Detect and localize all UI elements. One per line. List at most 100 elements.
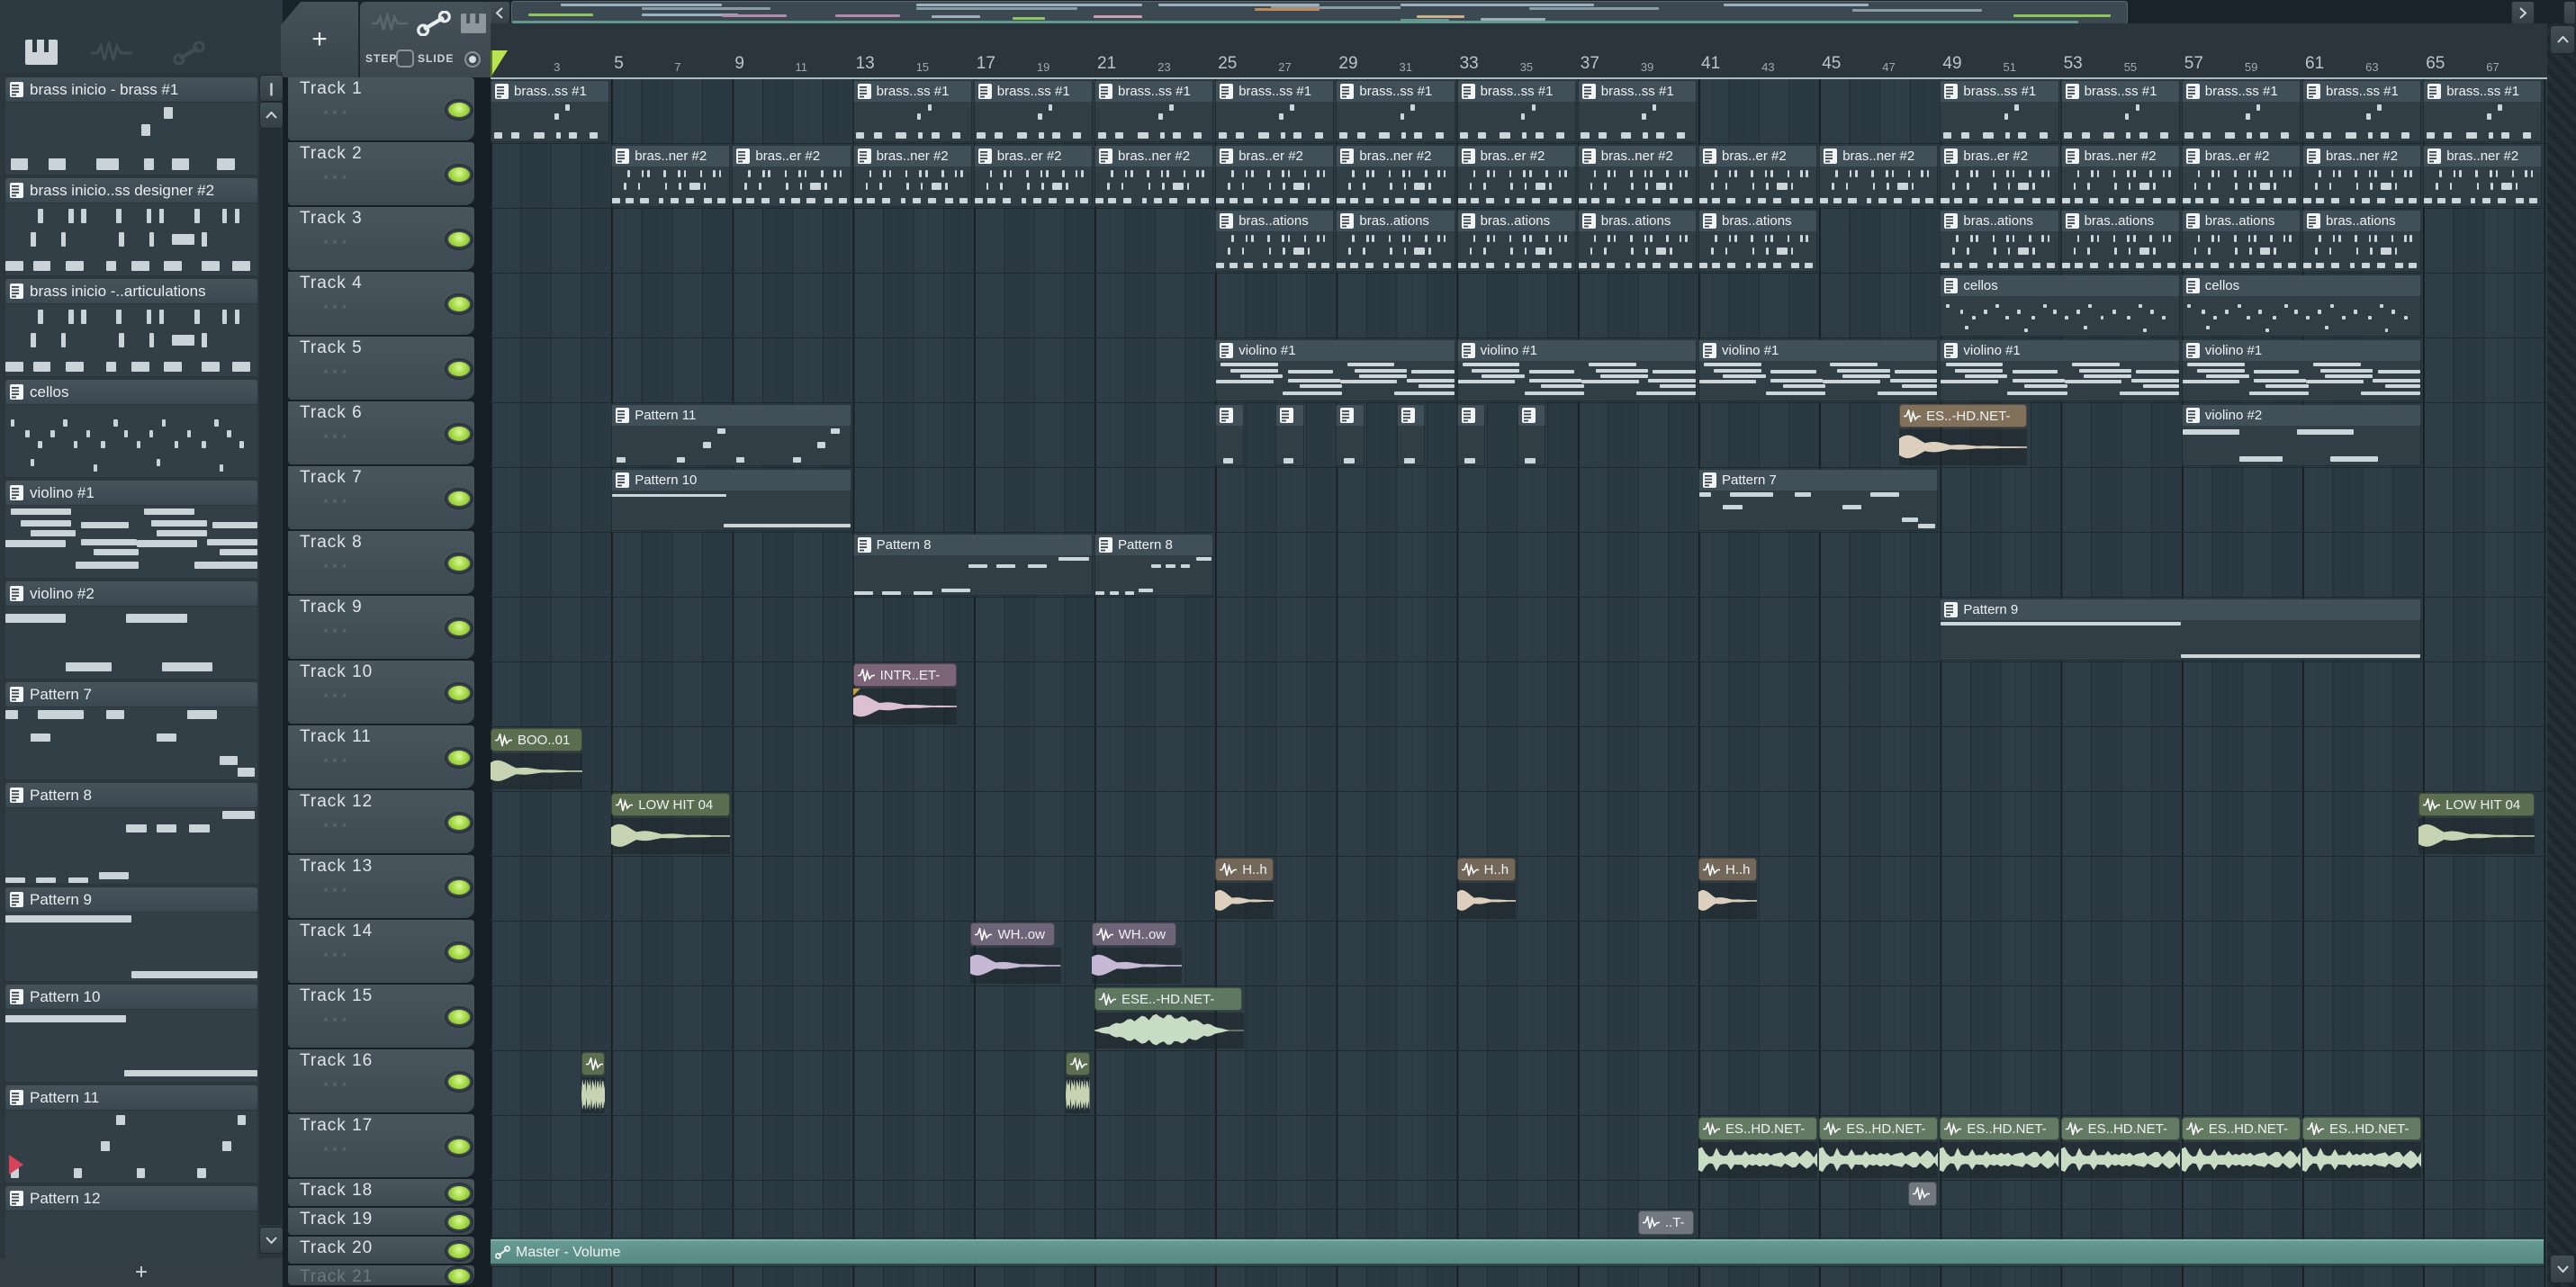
clip-header[interactable]: bras..ations xyxy=(1698,210,1818,231)
pattern-card[interactable]: cellos xyxy=(5,380,257,477)
clip-header[interactable]: H..h xyxy=(1456,858,1516,881)
clip-bras-er-#2[interactable]: bras..er #2 xyxy=(1698,145,1818,207)
playlist-row[interactable] xyxy=(491,857,2547,922)
clip-header[interactable]: bras..ations xyxy=(1456,210,1576,231)
clip-header[interactable]: ES..HD.NET- xyxy=(1698,1117,1818,1140)
track-options-dots[interactable]: ■ ■ ■ xyxy=(324,887,348,894)
clip-bras-ations[interactable]: bras..ations xyxy=(2302,210,2422,272)
clip-brass-ss-#1[interactable]: brass..ss #1 xyxy=(1577,80,1697,142)
track-header[interactable]: Track 7 ■ ■ ■ xyxy=(288,466,474,529)
pattern-card[interactable]: Pattern 10 xyxy=(5,985,257,1082)
track-mute-led[interactable] xyxy=(446,166,472,184)
clip-header[interactable]: bras..er #2 xyxy=(1456,145,1576,166)
piano-tool-icon[interactable] xyxy=(461,13,486,34)
scrollbar-corner-button[interactable] xyxy=(2563,1,2576,24)
track-options-dots[interactable]: ■ ■ ■ xyxy=(324,499,348,505)
clip-header[interactable]: brass..ss #1 xyxy=(1940,80,2059,102)
pattern-card-header[interactable]: brass inicio..ss designer #2 xyxy=(5,178,257,202)
clip-brass-ss-#1[interactable]: brass..ss #1 xyxy=(1336,80,1455,142)
track-mute-led[interactable] xyxy=(446,814,472,832)
track-options-dots[interactable]: ■ ■ ■ xyxy=(324,758,348,764)
clip-violino-#2[interactable]: violino #2 xyxy=(2181,404,2422,466)
clip-header[interactable]: brass..ss #1 xyxy=(1456,80,1576,102)
clip-header[interactable]: Pattern 8 xyxy=(1094,534,1214,555)
track-header[interactable]: Track 11 ■ ■ ■ xyxy=(288,725,474,788)
clip-intr-et-[interactable]: INTR..ET- xyxy=(852,663,958,725)
clip-brass-ss-#1[interactable]: brass..ss #1 xyxy=(852,80,972,142)
clip-header[interactable]: brass..ss #1 xyxy=(491,80,610,102)
clip-header[interactable]: H..h xyxy=(1698,858,1758,881)
clip-header[interactable]: cellos xyxy=(2181,274,2422,296)
pattern-card[interactable]: Pattern 8 xyxy=(5,783,257,884)
pattern-card[interactable]: Pattern 11 xyxy=(5,1085,257,1183)
playlist-row[interactable] xyxy=(491,727,2547,792)
clip-header[interactable] xyxy=(1215,404,1244,426)
clip-es-hd-net-[interactable]: ES..HD.NET- xyxy=(2181,1117,2301,1179)
track-header[interactable]: Track 8 ■ ■ ■ xyxy=(288,531,474,594)
clip-bras-ner-#2[interactable]: bras..ner #2 xyxy=(1819,145,1939,207)
grid-scroll-up-button[interactable] xyxy=(2550,25,2575,54)
clip-bras-ations[interactable]: bras..ations xyxy=(2060,210,2180,272)
scroll-right-button[interactable] xyxy=(2511,1,2535,24)
clip-header[interactable]: ES..HD.NET- xyxy=(1819,1117,1939,1140)
clip-bras-er-#2[interactable]: bras..er #2 xyxy=(732,145,851,207)
playlist-grid[interactable]: brass..ss #1 brass..ss #1 brass..ss #1 bras… xyxy=(491,77,2547,1287)
clip-bras-er-#2[interactable]: bras..er #2 xyxy=(973,145,1093,207)
clip-header[interactable]: bras..ations xyxy=(2181,210,2301,231)
pattern-card-header[interactable]: violino #2 xyxy=(5,581,257,606)
clip-brass-ss-#1[interactable]: brass..ss #1 xyxy=(491,80,610,142)
track-header[interactable]: Track 15 ■ ■ ■ xyxy=(288,985,474,1048)
audio-tool-icon[interactable] xyxy=(371,13,409,34)
clip-brass-ss-#1[interactable]: brass..ss #1 xyxy=(2181,80,2301,142)
timeline-ruler[interactable]: 3 5 7 9 11 13 15 17 19 21 23 25 27 29 31 33 35 37 39 41 43 45… xyxy=(491,23,2547,79)
track-mute-led[interactable] xyxy=(446,684,472,702)
clip-brass-ss-#1[interactable]: brass..ss #1 xyxy=(973,80,1093,142)
clip-brass-ss-#1[interactable]: brass..ss #1 xyxy=(1940,80,2059,142)
clip-header[interactable]: brass..ss #1 xyxy=(973,80,1093,102)
pattern-card-header[interactable]: Pattern 10 xyxy=(5,985,257,1009)
track-mute-led[interactable] xyxy=(446,619,472,637)
track-header[interactable]: Track 5 ■ ■ ■ xyxy=(288,337,474,400)
clip-bras-er-#2[interactable]: bras..er #2 xyxy=(2181,145,2301,207)
track-header[interactable]: Track 16 ■ ■ ■ xyxy=(288,1049,474,1112)
pattern-card[interactable]: brass inicio -..articulations xyxy=(5,279,257,376)
vertical-scrollbar[interactable] xyxy=(2547,23,2576,1287)
clip-es-hd-net-[interactable]: ES..-HD.NET- xyxy=(1899,404,2028,466)
clip-header[interactable]: ES..-HD.NET- xyxy=(1899,404,2028,428)
clip-header[interactable]: WH..ow xyxy=(970,922,1056,946)
clip-pattern-7[interactable]: Pattern 7 xyxy=(1698,469,1939,531)
clip-header[interactable]: violino #1 xyxy=(2181,339,2422,361)
clip-es-hd-net-[interactable]: ES..HD.NET- xyxy=(1698,1117,1818,1179)
clip-bras-ations[interactable]: bras..ations xyxy=(1336,210,1455,272)
step-checkbox[interactable] xyxy=(396,50,414,68)
picker-scroll-track[interactable] xyxy=(259,129,282,1225)
track-header[interactable]: Track 9 ■ ■ ■ xyxy=(288,596,474,659)
clip-low-hit-04[interactable]: LOW HIT 04 xyxy=(2418,793,2535,855)
clip-header[interactable]: Pattern 8 xyxy=(852,534,1093,555)
clip-header[interactable]: bras..ations xyxy=(2302,210,2422,231)
clip-bras-ations[interactable]: bras..ations xyxy=(1577,210,1697,272)
playlist-row[interactable] xyxy=(491,1181,2547,1210)
pattern-card-header[interactable]: Pattern 12 xyxy=(5,1186,257,1210)
clip-bras-ner-#2[interactable]: bras..ner #2 xyxy=(1577,145,1697,207)
clip-es-hd-net-[interactable]: ES..HD.NET- xyxy=(2060,1117,2180,1179)
clip-pattern-8[interactable]: Pattern 8 xyxy=(1094,534,1214,596)
track-header[interactable]: Track 6 ■ ■ ■ xyxy=(288,401,474,464)
clip-bras-ner-#2[interactable]: bras..ner #2 xyxy=(611,145,731,207)
clip-header[interactable] xyxy=(1066,1052,1090,1076)
track-mute-led[interactable] xyxy=(446,490,472,508)
track-mute-led[interactable] xyxy=(446,1267,472,1285)
clip-es-hd-net-[interactable]: ES..HD.NET- xyxy=(1819,1117,1939,1179)
track-mute-led[interactable] xyxy=(446,943,472,961)
clip-header[interactable]: brass..ss #1 xyxy=(1336,80,1455,102)
clip-header[interactable]: bras..ations xyxy=(1336,210,1455,231)
track-header[interactable]: Track 14 ■ ■ ■ xyxy=(288,920,474,983)
track-header[interactable]: Track 10 ■ ■ ■ xyxy=(288,661,474,724)
clip-header[interactable]: bras..ner #2 xyxy=(2060,145,2180,166)
clip-h-h[interactable]: H..h xyxy=(1215,858,1274,920)
clip-header[interactable]: violino #1 xyxy=(1456,339,1697,361)
pattern-card[interactable]: Pattern 9 xyxy=(5,887,257,981)
clip-brass-ss-#1[interactable]: brass..ss #1 xyxy=(1215,80,1335,142)
clip--t-[interactable]: ..T- xyxy=(1637,1210,1694,1237)
clip-bras-ations[interactable]: bras..ations xyxy=(1215,210,1335,272)
